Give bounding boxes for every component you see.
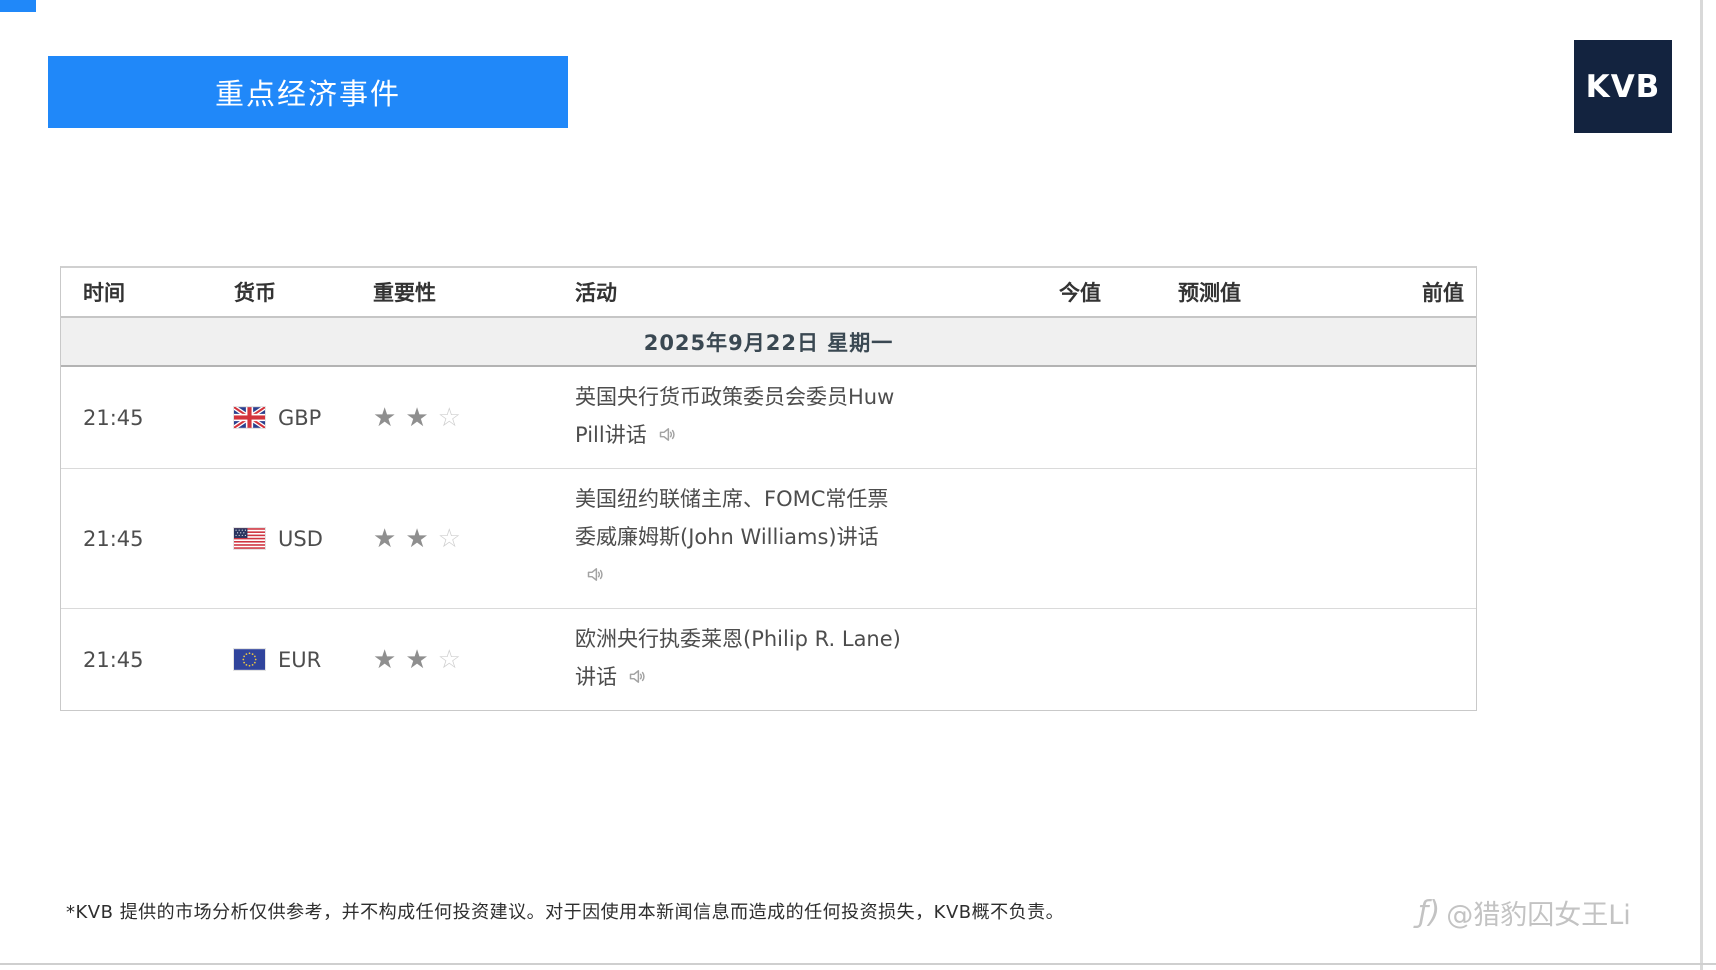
activity-text: 英国央行货币政策委员会委员Huw Pill讲话 (575, 367, 1001, 468)
page-bottom-divider (0, 963, 1716, 965)
event-row: 21:45 GBP ★ ★ ☆ 英国央行货币政策委员会委员Huw Pill讲话 (61, 367, 1476, 469)
kvb-logo-text: KVB (1585, 68, 1661, 105)
event-time: 21:45 (83, 526, 144, 551)
eu-flag-icon (234, 649, 265, 670)
page-title: 重点经济事件 (214, 77, 401, 111)
event-time: 21:45 (83, 405, 144, 430)
star-empty-icon: ☆ (437, 402, 461, 433)
currency-code: USD (278, 526, 323, 551)
activity-line: 讲话 (575, 658, 1001, 699)
event-row: 21:45 EUR ★ ★ ☆ 欧洲央行执委莱恩(Philip R. Lane) 讲话 (61, 609, 1476, 710)
activity-line: 委威廉姆斯(John Williams)讲话 (575, 525, 879, 549)
importance-stars: ★ ★ ☆ (367, 469, 575, 608)
table-header-row: 时间 货币 重要性 活动 今值 预测值 前值 (61, 268, 1476, 318)
column-header-previous: 前值 (1422, 281, 1464, 305)
column-header-currency: 货币 (234, 281, 276, 305)
scrollbar-track[interactable] (1700, 0, 1703, 970)
us-flag-icon (234, 528, 265, 549)
watermark-text: @猎豹囚女王Li (1446, 900, 1631, 931)
kvb-logo: KVB (1574, 40, 1672, 133)
speaker-icon[interactable] (585, 559, 606, 597)
star-empty-icon: ☆ (437, 644, 461, 675)
activity-line (575, 556, 1001, 597)
activity-line: 美国纽约联储主席、FOMC常任票 (575, 487, 889, 511)
activity-line: Pill讲话 (575, 416, 1001, 457)
column-header-actual: 今值 (1059, 281, 1101, 305)
speaker-icon[interactable] (657, 419, 678, 457)
uk-flag-icon (234, 407, 265, 428)
signature-icon: ƒ) (1418, 895, 1441, 930)
column-header-importance: 重要性 (373, 281, 436, 305)
star-filled-icon: ★ (373, 644, 397, 675)
star-filled-icon: ★ (405, 644, 429, 675)
column-header-activity: 活动 (575, 281, 617, 305)
star-filled-icon: ★ (373, 402, 397, 433)
column-header-forecast: 预测值 (1178, 281, 1241, 305)
star-empty-icon: ☆ (437, 523, 461, 554)
activity-line: 欧洲央行执委莱恩(Philip R. Lane) (575, 627, 901, 651)
currency-code: GBP (278, 405, 322, 430)
event-row: 21:45 USD ★ ★ ☆ 美国纽约联储主席、FOMC常任票 委威廉姆斯(John… (61, 469, 1476, 609)
date-group-label: 2025年9月22日 星期一 (643, 330, 894, 355)
importance-stars: ★ ★ ☆ (367, 609, 575, 710)
importance-stars: ★ ★ ☆ (367, 367, 575, 468)
activity-line: 英国央行货币政策委员会委员Huw (575, 385, 895, 409)
star-filled-icon: ★ (405, 402, 429, 433)
column-header-time: 时间 (83, 281, 125, 305)
activity-text: 美国纽约联储主席、FOMC常任票 委威廉姆斯(John Williams)讲话 (575, 469, 1001, 608)
disclaimer-text: *KVB 提供的市场分析仅供参考，并不构成任何投资建议。对于因使用本新闻信息而造… (66, 902, 1065, 923)
page-title-banner: 重点经济事件 (48, 56, 568, 128)
activity-text: 欧洲央行执委莱恩(Philip R. Lane) 讲话 (575, 609, 1001, 710)
date-group-header: 2025年9月22日 星期一 (61, 318, 1476, 367)
table-body: 21:45 GBP ★ ★ ☆ 英国央行货币政策委员会委员Huw Pill讲话 21:… (61, 367, 1476, 710)
star-filled-icon: ★ (373, 523, 397, 554)
top-left-accent (0, 0, 36, 12)
speaker-icon[interactable] (627, 661, 648, 699)
watermark: ƒ) @猎豹囚女王Li (1418, 893, 1631, 932)
star-filled-icon: ★ (405, 523, 429, 554)
economic-calendar-table: 时间 货币 重要性 活动 今值 预测值 前值 2025年9月22日 星期一 21… (60, 266, 1477, 711)
currency-code: EUR (278, 647, 322, 672)
event-time: 21:45 (83, 647, 144, 672)
